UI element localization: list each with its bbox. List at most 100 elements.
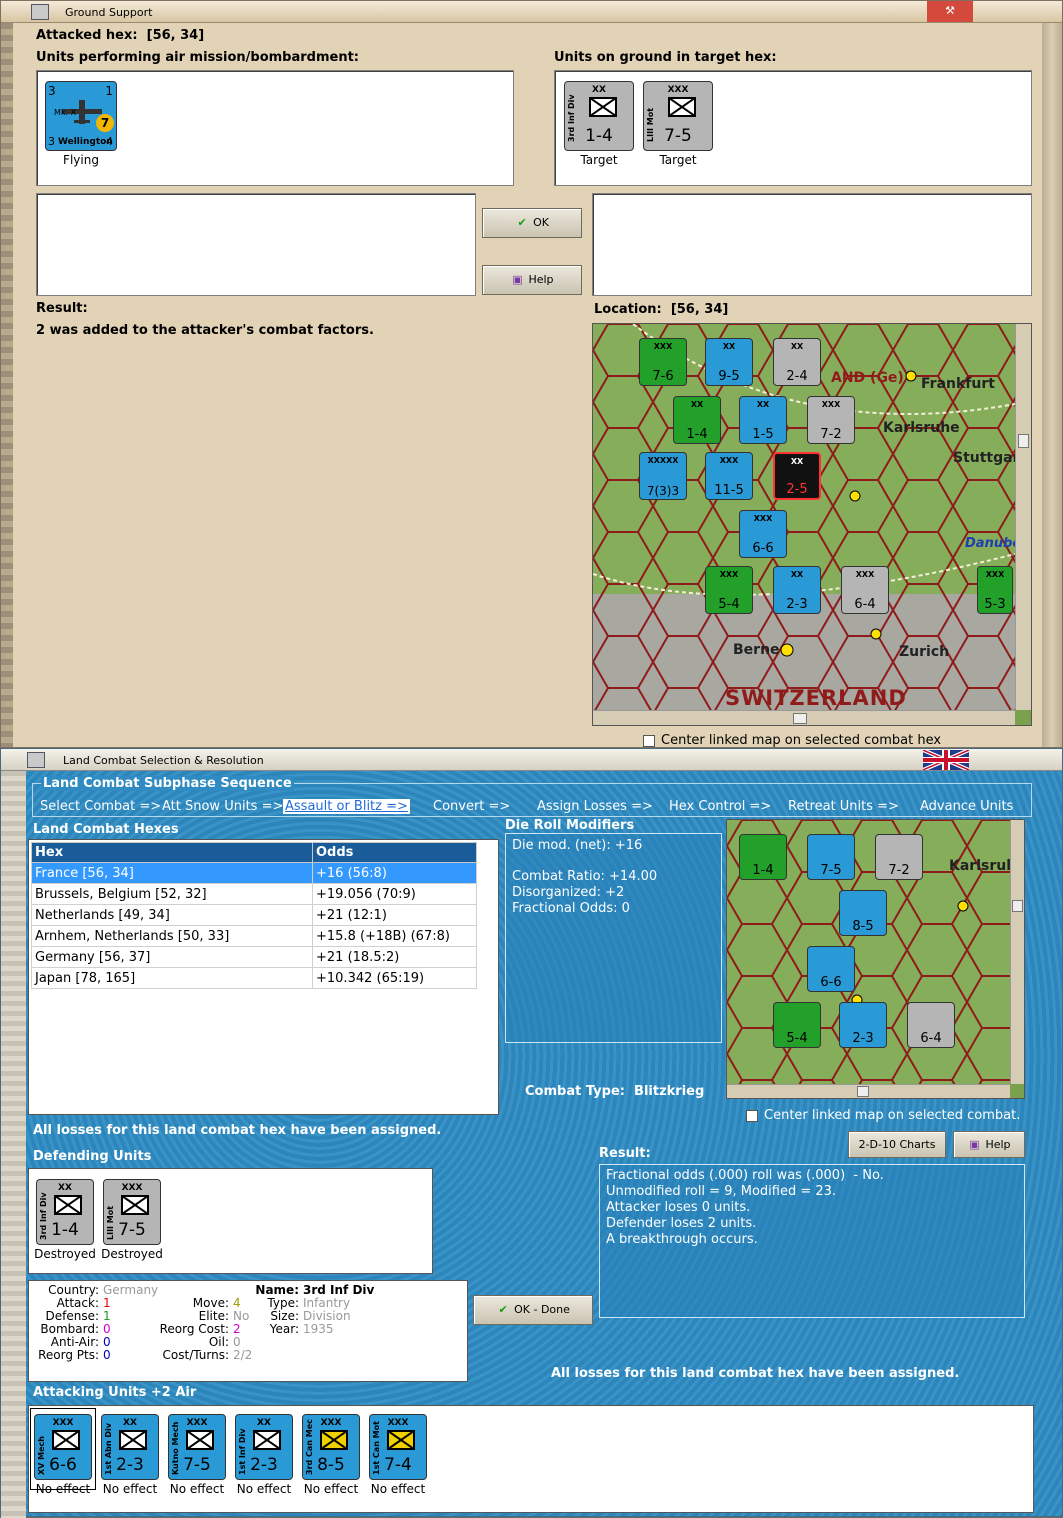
column-header-odds[interactable]: Odds: [312, 842, 477, 863]
scroll-thumb[interactable]: [793, 713, 807, 724]
air-units-label: Units performing air mission/bombardment…: [36, 50, 360, 65]
map-counter[interactable]: XXXXX 7(3)3: [639, 452, 687, 500]
map-counter[interactable]: XX 2-4: [773, 338, 821, 386]
center-map-checkbox[interactable]: [746, 1110, 758, 1122]
window-frame-left: [1, 23, 13, 747]
ground-unit-counter[interactable]: 3rd Inf Div XX 1-4: [564, 81, 634, 151]
defending-units-label: Defending Units: [33, 1149, 152, 1164]
attacker-counter[interactable]: 3rd Can Mech XXX 8-5: [302, 1414, 360, 1480]
map-counter[interactable]: 7-2: [875, 834, 923, 880]
unit-info-panel: Country: Germany Attack: 1 Defense: 1 Bo…: [28, 1280, 468, 1382]
check-icon: ✔: [517, 216, 527, 229]
map-counter[interactable]: XX 1-4: [673, 396, 721, 444]
map-vertical-scrollbar[interactable]: [1015, 324, 1031, 710]
map-label: AND (Ge): [831, 370, 904, 386]
unit-name: 3rd Inf Div: [303, 1283, 375, 1297]
table-row[interactable]: France [56, 34] +16 (56:8): [31, 862, 477, 884]
help-button[interactable]: ▣ Help: [482, 265, 582, 295]
combat-type: Combat Type: Blitzkrieg: [525, 1084, 705, 1099]
table-row[interactable]: Arnhem, Netherlands [50, 33] +15.8 (+18B)…: [31, 925, 477, 947]
map-counter[interactable]: 6-6: [807, 946, 855, 992]
map-label: Zurich: [899, 644, 950, 660]
defending-units-list: 3rd Inf Div XX 1-4 Destroyed LIII Mot XX…: [28, 1168, 433, 1274]
attacker-counter[interactable]: 1st Abn Div XX 2-3: [101, 1414, 159, 1480]
ground-support-window: Ground Support ⚒ Attacked hex: [56, 34] …: [0, 0, 1063, 748]
map-counter[interactable]: XX 2-3: [773, 566, 821, 614]
scroll-thumb[interactable]: [1012, 900, 1023, 912]
die-mod: Die mod. (net): +16: [512, 838, 643, 853]
app-icon: [31, 4, 49, 20]
map-counter[interactable]: 6-4: [907, 1002, 955, 1048]
table-row[interactable]: Japan [78, 165] +10.342 (65:19): [31, 967, 477, 989]
map-counter[interactable]: XXX 7-6: [639, 338, 687, 386]
die-roll-box: Die mod. (net): +16 Combat Ratio: +14.00…: [505, 833, 722, 1043]
defender-counter[interactable]: LIII Mot XXX 7-5: [103, 1179, 161, 1245]
ok-button[interactable]: ✔ OK: [482, 208, 582, 238]
close-button[interactable]: ⚒: [927, 1, 973, 22]
result-line: A breakthrough occurs.: [606, 1232, 758, 1247]
map-counter[interactable]: 1-4: [739, 834, 787, 880]
sequence-step: Convert =>: [433, 799, 511, 814]
help-button[interactable]: ▣ Help: [953, 1131, 1025, 1158]
map-label: Danube: [965, 536, 1022, 551]
map-counter[interactable]: 5-4: [773, 1002, 821, 1048]
map-horizontal-scrollbar[interactable]: [727, 1084, 1010, 1098]
attacker-status: No effect: [370, 1482, 426, 1496]
sequence-step: Advance Units: [920, 799, 1014, 814]
map-counter[interactable]: XXX 7-2: [807, 396, 855, 444]
map-vertical-scrollbar[interactable]: [1010, 820, 1024, 1084]
combat-hexes-list[interactable]: Hex Odds France [56, 34] +16 (56:8) Bruss…: [28, 839, 499, 1115]
map-counter[interactable]: XX 9-5: [705, 338, 753, 386]
map-counter[interactable]: XXX 11-5: [705, 452, 753, 500]
location-label: Location: [56, 34]: [594, 302, 729, 317]
map-counter[interactable]: XX 1-5: [739, 396, 787, 444]
column-header-hex[interactable]: Hex: [31, 842, 313, 863]
defender-counter[interactable]: 3rd Inf Div XX 1-4: [36, 1179, 94, 1245]
window-frame-left: [1, 771, 26, 1518]
map-counter[interactable]: XXX 5-4: [705, 566, 753, 614]
attacker-counter[interactable]: Kutno Mech XXX 7-5: [168, 1414, 226, 1480]
map-label: SWITZERLAND: [725, 686, 907, 710]
result-line: Defender loses 2 units.: [606, 1216, 757, 1231]
map-counter[interactable]: 2-3: [839, 1002, 887, 1048]
ground-units-label: Units on ground in target hex:: [554, 50, 777, 65]
sequence-step: Assign Losses =>: [537, 799, 653, 814]
map-label: Karlsrul: [949, 858, 1012, 874]
attacker-counter[interactable]: 1st Can Mot XXX 7-4: [369, 1414, 427, 1480]
scroll-thumb[interactable]: [1018, 434, 1029, 448]
table-row[interactable]: Brussels, Belgium [52, 32] +19.056 (70:9): [31, 883, 477, 905]
map-counter[interactable]: XXX 5-3: [977, 566, 1013, 614]
scroll-thumb[interactable]: [857, 1086, 869, 1097]
app-icon: [27, 752, 45, 768]
ok-done-button[interactable]: ✔ OK - Done: [473, 1295, 593, 1325]
title-bar: Land Combat Selection & Resolution: [1, 748, 1062, 772]
table-row[interactable]: Netherlands [49, 34] +21 (12:1): [31, 904, 477, 926]
uk-flag-icon: [922, 748, 970, 772]
air-units-list: 3 1 Mk. X 7 3 Wellington 4 Flying: [36, 70, 514, 186]
table-row[interactable]: Germany [56, 37] +21 (18.5:2): [31, 946, 477, 968]
map-counter[interactable]: 7-5: [807, 834, 855, 880]
sequence-step: Select Combat =>: [40, 799, 162, 814]
losses-assigned-notice: All losses for this land combat hex have…: [33, 1123, 442, 1138]
attacker-counter[interactable]: 1st Inf Div XX 2-3: [235, 1414, 293, 1480]
map-counter[interactable]: XXX 6-4: [841, 566, 889, 614]
sequence-step-active: Assault or Blitz =>: [283, 799, 410, 814]
attacked-hex-value: [56, 34]: [146, 28, 205, 43]
linked-map[interactable]: AND (Ge) Frankfurt Karlsruhe Stuttgar Da…: [592, 323, 1032, 726]
result-line: Fractional odds (.000) roll was (.000) -…: [606, 1168, 884, 1183]
ground-unit-status: Target: [580, 153, 618, 167]
charts-button[interactable]: 2-D-10 Charts: [848, 1131, 946, 1158]
combat-type-value: Blitzkrieg: [634, 1084, 705, 1099]
map-counter[interactable]: 8-5: [839, 890, 887, 936]
ground-unit-counter[interactable]: LIII Mot XXX 7-5: [643, 81, 713, 151]
center-map-checkbox[interactable]: [643, 735, 655, 747]
map-counter-selected[interactable]: XX 2-5: [773, 452, 821, 500]
attacker-counter[interactable]: XV Mech XXX 6-6: [34, 1414, 92, 1480]
linked-map-small[interactable]: Karlsrul 1-4 7-5 7-2 8-5 6-6 5-4 2-3 6-4: [726, 819, 1025, 1099]
sequence-step: Retreat Units =>: [788, 799, 899, 814]
map-counter[interactable]: XXX 6-6: [739, 510, 787, 558]
result-label: Result:: [599, 1146, 651, 1161]
map-horizontal-scrollbar[interactable]: [593, 710, 1015, 725]
window-title: Ground Support: [65, 6, 153, 19]
air-unit-counter[interactable]: 3 1 Mk. X 7 3 Wellington 4: [45, 81, 117, 151]
